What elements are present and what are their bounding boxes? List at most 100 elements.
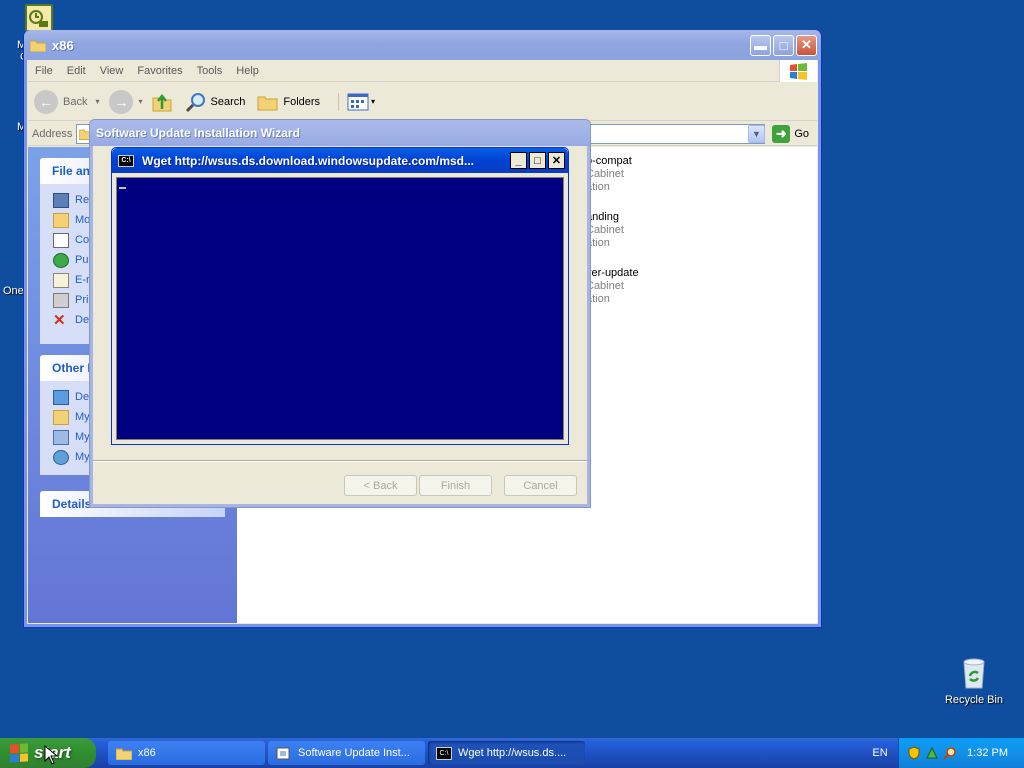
wizard-cancel-button[interactable]: Cancel xyxy=(504,475,577,496)
folders-button[interactable]: Folders xyxy=(257,92,320,112)
close-icon: ✕ xyxy=(551,155,562,167)
taskbar: start x86 Software Update Inst... C:\ Wg… xyxy=(0,738,1024,768)
console-titlebar[interactable]: C:\ Wget http://wsus.ds.download.windows… xyxy=(112,148,568,173)
file-desc: ation xyxy=(586,237,610,249)
forward-button[interactable]: → ▾ xyxy=(109,89,143,114)
wizard-back-button[interactable]: < Back xyxy=(344,475,417,496)
menu-help[interactable]: Help xyxy=(229,65,266,77)
go-button[interactable]: ➜ Go xyxy=(772,125,809,143)
other-place-label: My xyxy=(75,411,90,423)
menu-view[interactable]: View xyxy=(93,65,131,77)
file-type: Cabinet xyxy=(586,280,624,292)
recycle-bin[interactable]: Recycle Bin xyxy=(940,656,1008,706)
menu-tools[interactable]: Tools xyxy=(190,65,230,77)
file-task-label: De xyxy=(75,314,90,326)
other-place-label: My xyxy=(75,431,90,443)
file-name: p-compat xyxy=(586,155,632,167)
language-indicator[interactable]: EN xyxy=(862,738,898,768)
taskbar-button-label: Wget http://wsus.ds.... xyxy=(458,747,567,759)
globe-icon xyxy=(53,252,69,268)
chevron-down-icon: ▾ xyxy=(138,97,143,106)
file-task-label: Re xyxy=(75,194,90,206)
file-task-label: Co xyxy=(75,234,90,246)
explorer-titlebar[interactable]: x86 ▬ □ ✕ xyxy=(24,30,821,60)
desktop-icon-label-partial: One xyxy=(3,285,24,297)
console-maximize-button[interactable]: □ xyxy=(529,152,546,169)
taskbar-button-label: x86 xyxy=(138,747,156,759)
wizard-finish-button[interactable]: Finish xyxy=(419,475,492,496)
file-name: ver-update xyxy=(586,267,639,279)
security-shield-icon[interactable] xyxy=(907,746,921,760)
file-desc: ation xyxy=(586,293,610,305)
maximize-icon: □ xyxy=(779,37,788,53)
chevron-down-icon: ▾ xyxy=(95,97,100,106)
back-label: Back xyxy=(63,95,88,108)
explorer-title: x86 xyxy=(52,37,74,53)
desktop-icon-top[interactable] xyxy=(25,4,53,32)
go-label: Go xyxy=(794,128,809,140)
installer-icon xyxy=(276,747,290,759)
console-icon: C:\ xyxy=(436,746,452,760)
search-label: Search xyxy=(210,95,246,108)
recycle-bin-icon xyxy=(963,658,985,689)
taskbar-button-explorer[interactable]: x86 xyxy=(108,741,265,765)
console-screen[interactable] xyxy=(116,177,564,440)
network-icon xyxy=(53,449,69,465)
email-icon xyxy=(53,272,69,288)
list-item[interactable]: ver-update Cabinet ation xyxy=(586,267,639,306)
forward-arrow-icon: → xyxy=(109,89,134,114)
console-icon: C:\ xyxy=(118,154,134,167)
printer-icon xyxy=(53,292,69,308)
menu-edit[interactable]: Edit xyxy=(60,65,93,77)
go-arrow-icon: ➜ xyxy=(772,125,791,143)
taskbar-button-wizard[interactable]: Software Update Inst... xyxy=(268,741,425,765)
file-type: Cabinet xyxy=(586,168,624,180)
taskbar-button-console[interactable]: C:\ Wget http://wsus.ds.... xyxy=(428,741,585,765)
wizard-title: Software Update Installation Wizard xyxy=(90,120,590,146)
close-icon: ✕ xyxy=(801,37,812,52)
computer-icon xyxy=(53,429,69,445)
windows-flag-logo xyxy=(779,60,817,82)
address-label: Address xyxy=(32,127,73,140)
maximize-icon: □ xyxy=(534,154,541,167)
search-button[interactable]: Search xyxy=(185,91,246,113)
other-place-label: My xyxy=(75,451,90,463)
up-folder-button[interactable] xyxy=(151,91,173,113)
documents-folder-icon xyxy=(53,409,69,425)
console-window[interactable]: C:\ Wget http://wsus.ds.download.windows… xyxy=(111,147,569,445)
file-name: anding xyxy=(586,211,620,223)
close-button[interactable]: ✕ xyxy=(796,34,817,56)
text-cursor xyxy=(119,187,126,189)
minimize-icon: _ xyxy=(515,154,522,167)
views-button[interactable]: ▾ xyxy=(338,92,376,111)
menu-file[interactable]: File xyxy=(28,65,60,77)
minimize-icon: ▬ xyxy=(754,37,767,53)
address-dropdown-button[interactable]: ▼ xyxy=(748,125,765,143)
search-icon xyxy=(185,92,205,112)
standard-toolbar: ← Back ▾ → ▾ Search Folders ▾ xyxy=(28,83,817,121)
recycle-bin-label: Recycle Bin xyxy=(944,694,1004,706)
chevron-down-icon: ▾ xyxy=(371,97,376,106)
file-type: Cabinet xyxy=(586,224,624,236)
minimize-button[interactable]: ▬ xyxy=(750,34,771,56)
console-minimize-button[interactable]: _ xyxy=(510,152,527,169)
clock[interactable]: 1:32 PM xyxy=(967,747,1008,759)
up-folder-icon xyxy=(152,93,171,111)
file-task-label: E-r xyxy=(75,274,90,286)
menu-bar: File Edit View Favorites Tools Help xyxy=(28,60,817,82)
taskbar-button-label: Software Update Inst... xyxy=(298,747,410,759)
network-icon[interactable] xyxy=(925,746,939,760)
console-close-button[interactable]: ✕ xyxy=(548,152,565,169)
menu-favorites[interactable]: Favorites xyxy=(130,65,189,77)
back-button[interactable]: ← Back ▾ xyxy=(34,89,100,114)
search-icon[interactable] xyxy=(943,746,957,760)
windows-logo-icon xyxy=(10,743,28,763)
maximize-button[interactable]: □ xyxy=(773,34,794,56)
file-desc: ation xyxy=(586,181,610,193)
list-item[interactable]: anding Cabinet ation xyxy=(586,211,624,250)
back-arrow-icon: ← xyxy=(34,89,58,114)
file-task-label: Mo xyxy=(75,214,91,226)
list-item[interactable]: p-compat Cabinet ation xyxy=(586,155,632,194)
desktop-icon xyxy=(53,389,69,405)
rename-icon xyxy=(53,192,69,208)
